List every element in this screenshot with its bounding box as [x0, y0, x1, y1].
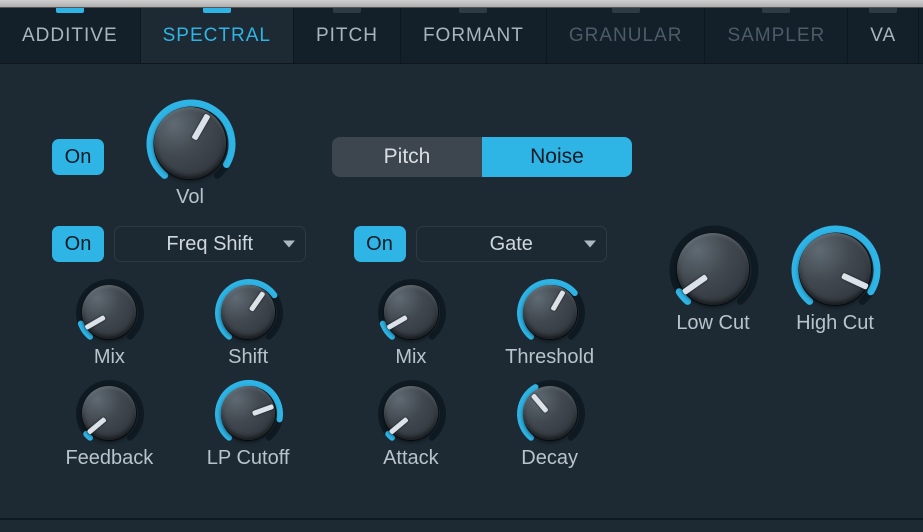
- fx2-decay-knob[interactable]: [522, 385, 578, 441]
- lowcut-knob[interactable]: [676, 232, 750, 306]
- tab-spectral[interactable]: SPECTRAL: [141, 8, 294, 63]
- fx1-type-label: Freq Shift: [166, 233, 253, 256]
- tab-label: VA: [870, 25, 896, 47]
- mode-pitch-button[interactable]: Pitch: [332, 137, 482, 177]
- vol-knob-label: Vol: [176, 186, 204, 209]
- tab-indicator-icon: [203, 8, 231, 13]
- tab-indicator-icon: [333, 8, 361, 13]
- vol-knob[interactable]: [153, 106, 227, 180]
- knob-label: LP Cutoff: [207, 447, 290, 470]
- divider: [0, 518, 923, 520]
- tab-indicator-icon: [612, 8, 640, 13]
- knob-label: Mix: [395, 346, 426, 369]
- knob-label: High Cut: [796, 312, 874, 335]
- tab-granular[interactable]: GRANULAR: [547, 8, 706, 63]
- fx2-type-select[interactable]: Gate: [416, 226, 608, 262]
- knob-label: Shift: [228, 346, 268, 369]
- tab-indicator-icon: [459, 8, 487, 13]
- tab-va[interactable]: VA: [848, 8, 919, 63]
- fx2-block: On Gate Mix Threshold Attack Decay: [354, 226, 608, 470]
- filter-block: Low Cut High Cut: [665, 232, 883, 335]
- highcut-knob[interactable]: [798, 232, 872, 306]
- fx1-feedback-knob[interactable]: [81, 385, 137, 441]
- tab-label: SAMPLER: [727, 25, 825, 47]
- tab-label: GRANULAR: [569, 25, 683, 47]
- mode-segmented-control: Pitch Noise: [332, 137, 632, 177]
- fx1-type-select[interactable]: Freq Shift: [114, 226, 306, 262]
- spectral-panel: On Vol Pitch Noise On Freq Shift Mix Shi…: [0, 64, 923, 532]
- tab-label: SPECTRAL: [163, 25, 271, 47]
- fx1-lpcutoff-knob[interactable]: [220, 385, 276, 441]
- chevron-down-icon: [283, 241, 295, 248]
- knob-label: Low Cut: [676, 312, 749, 335]
- tab-indicator-icon: [56, 8, 84, 13]
- tab-additive[interactable]: ADDITIVE: [0, 8, 141, 63]
- section-on-button[interactable]: On: [52, 139, 104, 175]
- tab-bar: ADDITIVE SPECTRAL PITCH FORMANT GRANULAR…: [0, 8, 923, 64]
- tab-indicator-icon: [869, 8, 897, 13]
- fx2-on-button[interactable]: On: [354, 226, 406, 262]
- fx1-mix-knob[interactable]: [81, 284, 137, 340]
- knob-label: Attack: [383, 447, 439, 470]
- fx2-attack-knob[interactable]: [383, 385, 439, 441]
- window-chrome: [0, 0, 923, 8]
- chevron-down-icon: [584, 241, 596, 248]
- tab-label: FORMANT: [423, 25, 524, 47]
- fx2-mix-knob[interactable]: [383, 284, 439, 340]
- knob-label: Threshold: [505, 346, 594, 369]
- fx2-type-label: Gate: [490, 233, 533, 256]
- fx2-threshold-knob[interactable]: [522, 284, 578, 340]
- knob-label: Feedback: [65, 447, 153, 470]
- fx1-block: On Freq Shift Mix Shift Feedback LP Cuto…: [52, 226, 306, 470]
- fx1-on-button[interactable]: On: [52, 226, 104, 262]
- fx1-shift-knob[interactable]: [220, 284, 276, 340]
- tab-label: ADDITIVE: [22, 25, 118, 47]
- knob-label: Decay: [521, 447, 578, 470]
- tab-sampler[interactable]: SAMPLER: [705, 8, 848, 63]
- mode-noise-button[interactable]: Noise: [482, 137, 632, 177]
- knob-label: Mix: [94, 346, 125, 369]
- tab-indicator-icon: [762, 8, 790, 13]
- tab-pitch[interactable]: PITCH: [294, 8, 401, 63]
- tab-label: PITCH: [316, 25, 378, 47]
- tab-formant[interactable]: FORMANT: [401, 8, 547, 63]
